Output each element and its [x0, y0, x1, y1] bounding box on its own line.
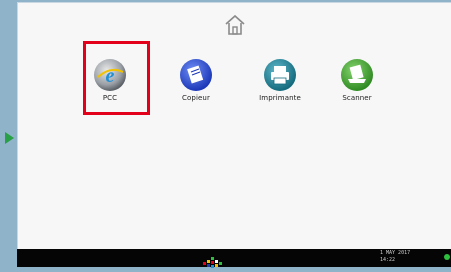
taskbar: 1 MAY 2017 14:22	[17, 249, 451, 268]
app-label: Copieur	[182, 94, 210, 102]
app-label: Imprimante	[259, 94, 301, 102]
device-screen: e PCC Copieur Imprimante Scanner	[17, 2, 451, 267]
home-icon	[225, 14, 245, 35]
scanner-icon	[340, 58, 374, 92]
time-text: 14:22	[380, 257, 396, 263]
home-button[interactable]	[222, 14, 248, 36]
copier-icon	[179, 58, 213, 92]
app-list-icon	[203, 257, 222, 268]
pointer-arrow-icon	[5, 132, 14, 144]
printer-icon	[263, 58, 297, 92]
datetime: 1 MAY 2017 14:22	[380, 250, 410, 264]
date-text: 1 MAY 2017	[380, 250, 411, 256]
app-imprimante[interactable]: Imprimante	[245, 58, 315, 102]
app-copieur[interactable]: Copieur	[161, 58, 231, 102]
app-label: Scanner	[342, 94, 372, 102]
app-list-button[interactable]	[203, 253, 223, 268]
app-scanner[interactable]: Scanner	[322, 58, 392, 102]
highlight-box	[83, 41, 150, 115]
status-indicator-icon	[444, 254, 450, 260]
